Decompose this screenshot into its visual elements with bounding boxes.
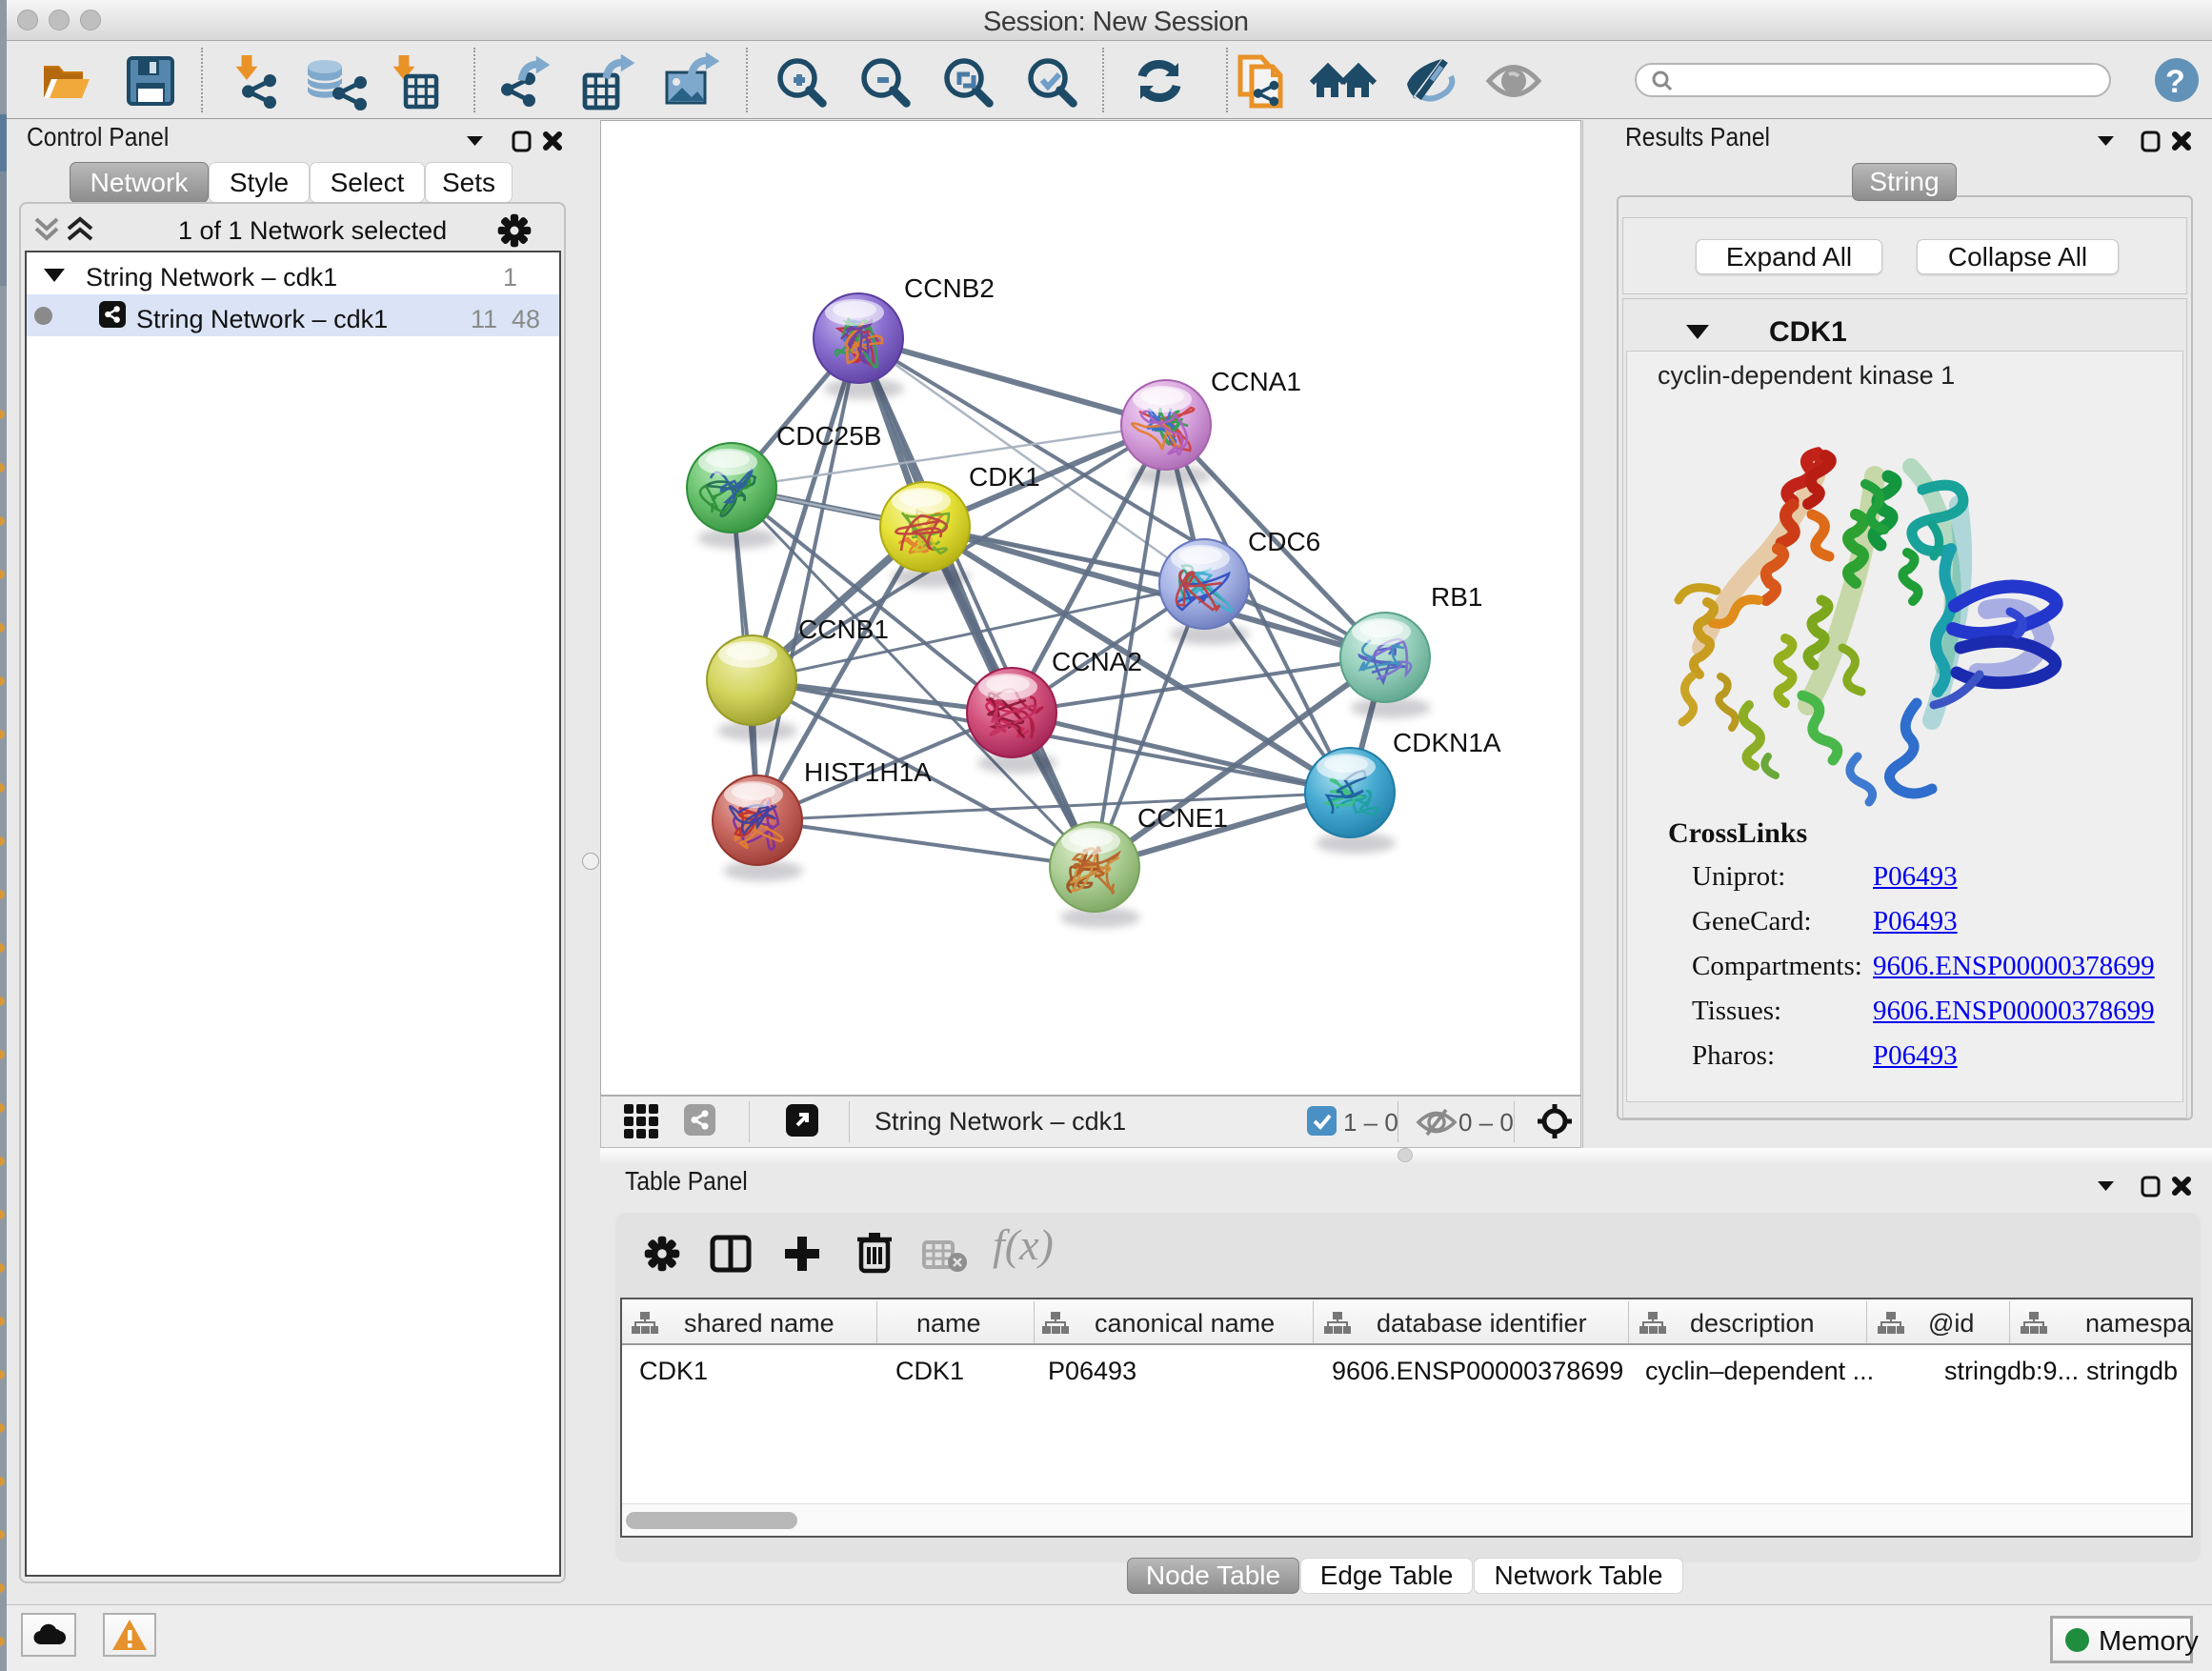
svg-text:CCNB2: CCNB2 — [904, 273, 995, 303]
svg-text:RB1: RB1 — [1431, 582, 1482, 612]
svg-text:CCNA2: CCNA2 — [1052, 647, 1142, 676]
svg-text:CDK1: CDK1 — [969, 462, 1040, 492]
svg-text:CDC25B: CDC25B — [776, 421, 881, 451]
svg-text:CCNE1: CCNE1 — [1137, 803, 1228, 833]
svg-text:CCNB1: CCNB1 — [798, 614, 889, 644]
svg-text:CDC6: CDC6 — [1248, 527, 1320, 556]
svg-text:CCNA1: CCNA1 — [1211, 367, 1301, 396]
svg-text:HIST1H1A: HIST1H1A — [804, 757, 932, 787]
svg-text:CDKN1A: CDKN1A — [1393, 728, 1501, 757]
